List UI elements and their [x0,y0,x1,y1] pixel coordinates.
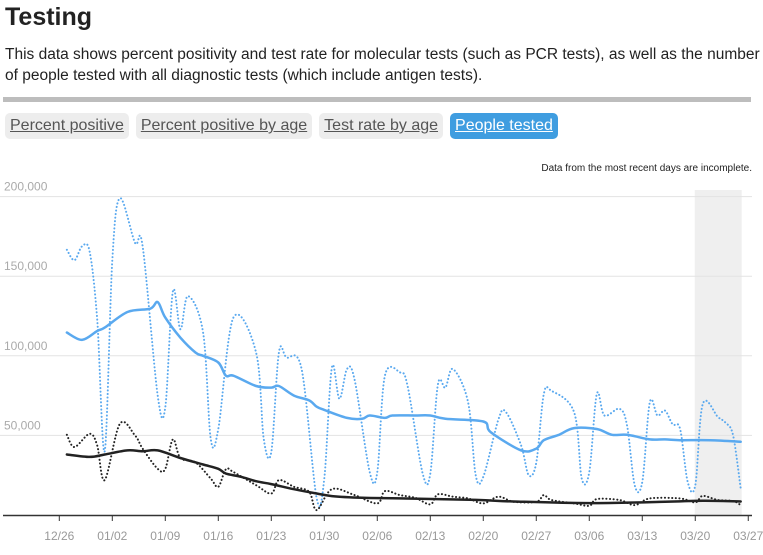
x-tick-label: 03/06 [574,529,604,543]
x-tick-label: 02/13 [415,529,445,543]
x-tick-label: 01/16 [203,529,233,543]
y-tick-label: 200,000 [4,180,48,194]
people-tested-chart: 200,000 150,000 100,000 50,000 12/26 01/02 01/… [0,180,763,543]
x-tick-label: 03/20 [680,529,710,543]
x-tick-label: 02/20 [468,529,498,543]
x-tick-label: 03/13 [627,529,657,543]
x-tick-label: 02/27 [521,529,551,543]
x-tick-label: 01/30 [309,529,339,543]
x-tick-label: 01/09 [150,529,180,543]
y-tick-label: 100,000 [4,339,48,353]
y-tick-label: 150,000 [4,259,48,273]
x-tick-label: 01/23 [256,529,286,543]
x-tick-label: 02/06 [362,529,392,543]
x-tick-label: 12/26 [44,529,74,543]
x-tick-label: 03/27 [733,529,763,543]
x-tick-label: 01/02 [97,529,127,543]
y-tick-label: 50,000 [4,418,41,432]
incomplete-data-shade [694,190,742,515]
